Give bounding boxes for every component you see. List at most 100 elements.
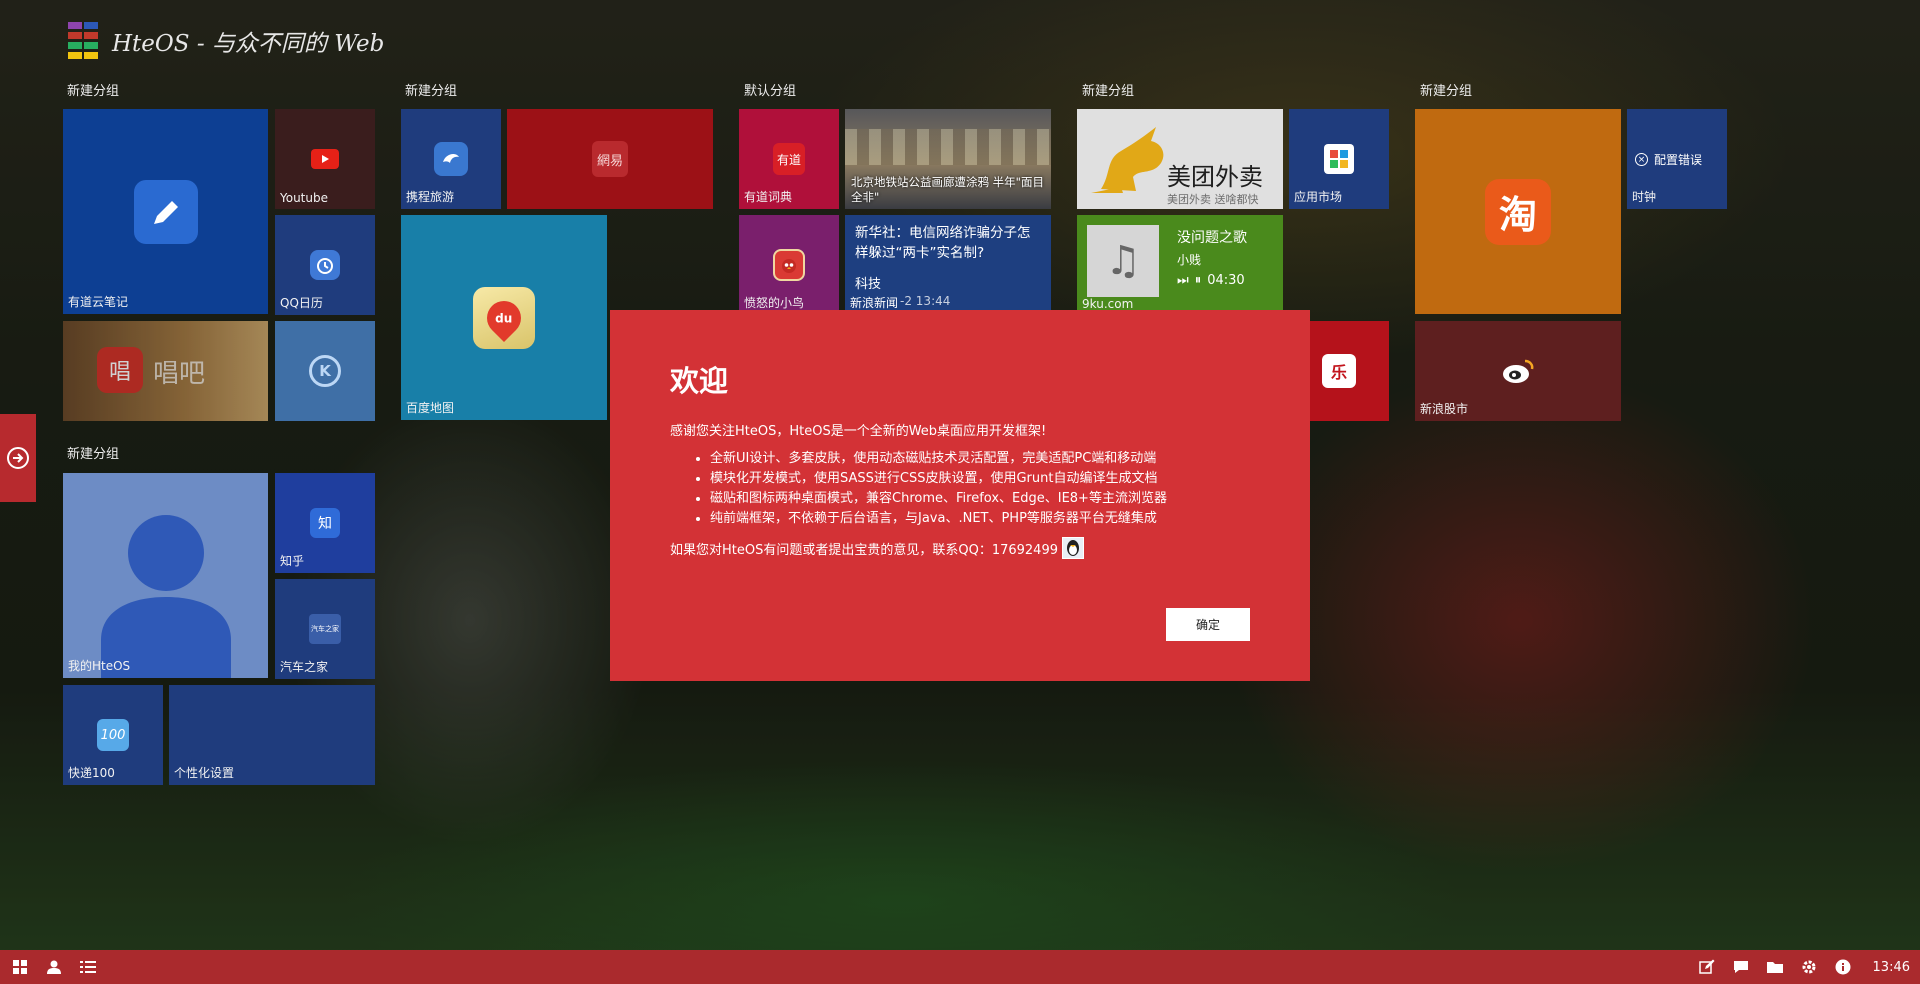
tile-label: 新浪股市 (1420, 402, 1469, 416)
tile-label: 个性化设置 (174, 766, 235, 780)
start-grid-icon[interactable] (10, 957, 30, 977)
tile-label: 应用市场 (1294, 190, 1343, 204)
baidu-du-text: du (495, 310, 513, 325)
tile-label: 知乎 (280, 554, 305, 568)
music-title: 没问题之歌 (1177, 230, 1247, 246)
music-duration: 04:30 (1207, 273, 1245, 288)
feature-list: 全新UI设计、多套皮肤，使用动态磁贴技术灵活配置，完美适配PC端和移动端 模块化… (670, 449, 1250, 529)
dolphin-icon (434, 142, 468, 176)
tile-zhihu[interactable]: 知 知乎 (275, 473, 375, 573)
tile-baidu-map[interactable]: du 百度地图 (401, 215, 607, 420)
tile-label: 时钟 (1632, 190, 1657, 204)
clock-error: 配置错误 (1654, 153, 1703, 167)
tile-label: 携程旅游 (406, 190, 455, 204)
tile-label: QQ日历 (280, 296, 323, 310)
tile-news-photo[interactable]: 北京地铁站公益画廊遭涂鸦 半年"面目全非" (845, 109, 1051, 209)
taskbar: 13:46 (0, 950, 1920, 984)
tile-taobao[interactable]: 淘 (1415, 109, 1621, 314)
music-note-icon: ♫ (1087, 225, 1159, 297)
tile-angry-birds[interactable]: 愤怒的小鸟 (739, 215, 839, 315)
chat-icon[interactable] (1731, 957, 1751, 977)
tile-youtube[interactable]: Youtube (275, 109, 375, 209)
news-category: 科技 (855, 277, 882, 292)
info-icon[interactable] (1833, 957, 1853, 977)
zhihu-icon: 知 (310, 508, 340, 538)
music-artist: 小贱 (1177, 253, 1202, 267)
alarm-clock-icon (310, 250, 340, 280)
autohome-icon: 汽车之家 (309, 614, 341, 644)
tile-app-market[interactable]: 应用市场 (1289, 109, 1389, 209)
group-title: 新建分组 (405, 84, 458, 99)
tile-dim (63, 321, 268, 421)
tile-dim (1077, 109, 1283, 209)
tile-kuaidi100[interactable]: 100 快递100 (63, 685, 163, 785)
tile-label: 愤怒的小鸟 (744, 296, 805, 310)
edit-icon[interactable] (1697, 957, 1717, 977)
taskbar-clock: 13:46 (1872, 959, 1910, 975)
tile-label: 有道词典 (744, 190, 793, 204)
folder-icon[interactable] (1765, 957, 1785, 977)
tile-youdao-dict[interactable]: 有道 有道词典 (739, 109, 839, 209)
tile-youdao-note[interactable]: 有道云笔记 (63, 109, 268, 314)
tile-autohome[interactable]: 汽车之家 汽车之家 (275, 579, 375, 679)
kuaidi-icon: 100 (97, 719, 129, 751)
group-title: 新建分组 (1420, 84, 1473, 99)
tile-meituan[interactable]: 美团外卖 美团外卖 送啥都快 (1077, 109, 1283, 209)
avatar-icon (101, 515, 231, 678)
tile-clock[interactable]: × 配置错误 时钟 (1627, 109, 1727, 209)
next-icon[interactable]: ⏭ (1177, 273, 1189, 288)
group-title: 默认分组 (744, 84, 797, 99)
pencil-icon (133, 179, 198, 244)
error-icon: × (1635, 153, 1648, 166)
youtube-icon (311, 149, 339, 169)
baidu-map-icon: du (473, 286, 535, 349)
brand-title: HteOS - 与众不同的 Web (112, 30, 385, 57)
tile-music[interactable]: ♫ 没问题之歌 小贱 ⏭ ⏸ 04:30 9ku.com (1077, 215, 1283, 315)
feature-item: 纯前端框架，不依赖于后台语言，与Java、.NET、PHP等服务器平台无缝集成 (710, 509, 1250, 529)
kugou-icon: K (309, 355, 341, 387)
dialog-intro: 感谢您关注HteOS，HteOS是一个全新的Web桌面应用开发框架! (670, 424, 1047, 439)
taobao-icon: 淘 (1485, 178, 1551, 245)
tile-sina-news[interactable]: 新华社：电信网络诈骗分子怎样躲过“两卡”实名制? 科技 新浪新闻 -2 13:4… (845, 215, 1051, 315)
tile-kugou[interactable]: K (275, 321, 375, 421)
tile-personalize[interactable]: 个性化设置 (169, 685, 375, 785)
palette-icon (257, 717, 287, 754)
news-caption: 北京地铁站公益画廊遭涂鸦 半年"面目全非" (851, 175, 1044, 204)
tile-netease[interactable]: 網易 (507, 109, 713, 209)
tile-label: 有道云笔记 (68, 295, 129, 309)
brand: HteOS - 与众不同的 Web (68, 22, 384, 59)
group-title: 新建分组 (67, 447, 120, 462)
feature-item: 磁贴和图标两种桌面模式，兼容Chrome、Firefox、Edge、IE8+等主… (710, 489, 1250, 509)
feature-item: 全新UI设计、多套皮肤，使用动态磁贴技术灵活配置，完美适配PC端和移动端 (710, 449, 1250, 469)
feature-item: 模块化开发模式，使用SASS进行CSS皮肤设置，使用Grunt自动编译生成文档 (710, 469, 1250, 489)
side-panel-toggle[interactable] (0, 414, 36, 502)
welcome-dialog: 欢迎 感谢您关注HteOS，HteOS是一个全新的Web桌面应用开发框架! 全新… (610, 310, 1310, 681)
group-title: 新建分组 (1082, 84, 1135, 99)
netease-icon: 網易 (592, 141, 628, 177)
tile-sina-stock[interactable]: 新浪股市 (1415, 321, 1621, 421)
tile-changba[interactable]: 唱 唱吧 (63, 321, 268, 421)
news-source: 新浪新闻 (850, 296, 899, 310)
tile-ctrip[interactable]: 携程旅游 (401, 109, 501, 209)
tile-qq-calendar[interactable]: QQ日历 (275, 215, 375, 315)
list-icon[interactable] (78, 957, 98, 977)
gear-icon[interactable] (1799, 957, 1819, 977)
angry-bird-icon (773, 249, 805, 281)
user-icon[interactable] (44, 957, 64, 977)
group-title: 新建分组 (67, 84, 120, 99)
pause-icon[interactable]: ⏸ (1195, 273, 1202, 288)
contact-text: 如果您对HteOS有问题或者提出宝贵的意见，联系QQ：17692499 (670, 542, 1058, 558)
letv-icon: 乐 (1322, 354, 1356, 388)
tile-label: 快递100 (68, 766, 115, 780)
news-photo-image (845, 129, 1051, 165)
youdao-dict-icon: 有道 (773, 143, 805, 175)
tile-my-hteos[interactable]: 我的HteOS (63, 473, 268, 678)
tile-label: 汽车之家 (280, 660, 329, 674)
arrow-right-circle-icon (7, 447, 29, 469)
tile-label: 9ku.com (1082, 297, 1134, 311)
tile-label: 百度地图 (406, 401, 455, 415)
qq-penguin-icon[interactable] (1062, 537, 1084, 559)
news-headline: 新华社：电信网络诈骗分子怎样躲过“两卡”实名制? (855, 225, 1031, 261)
hteos-logo-icon (68, 22, 98, 59)
confirm-button[interactable]: 确定 (1166, 608, 1250, 641)
